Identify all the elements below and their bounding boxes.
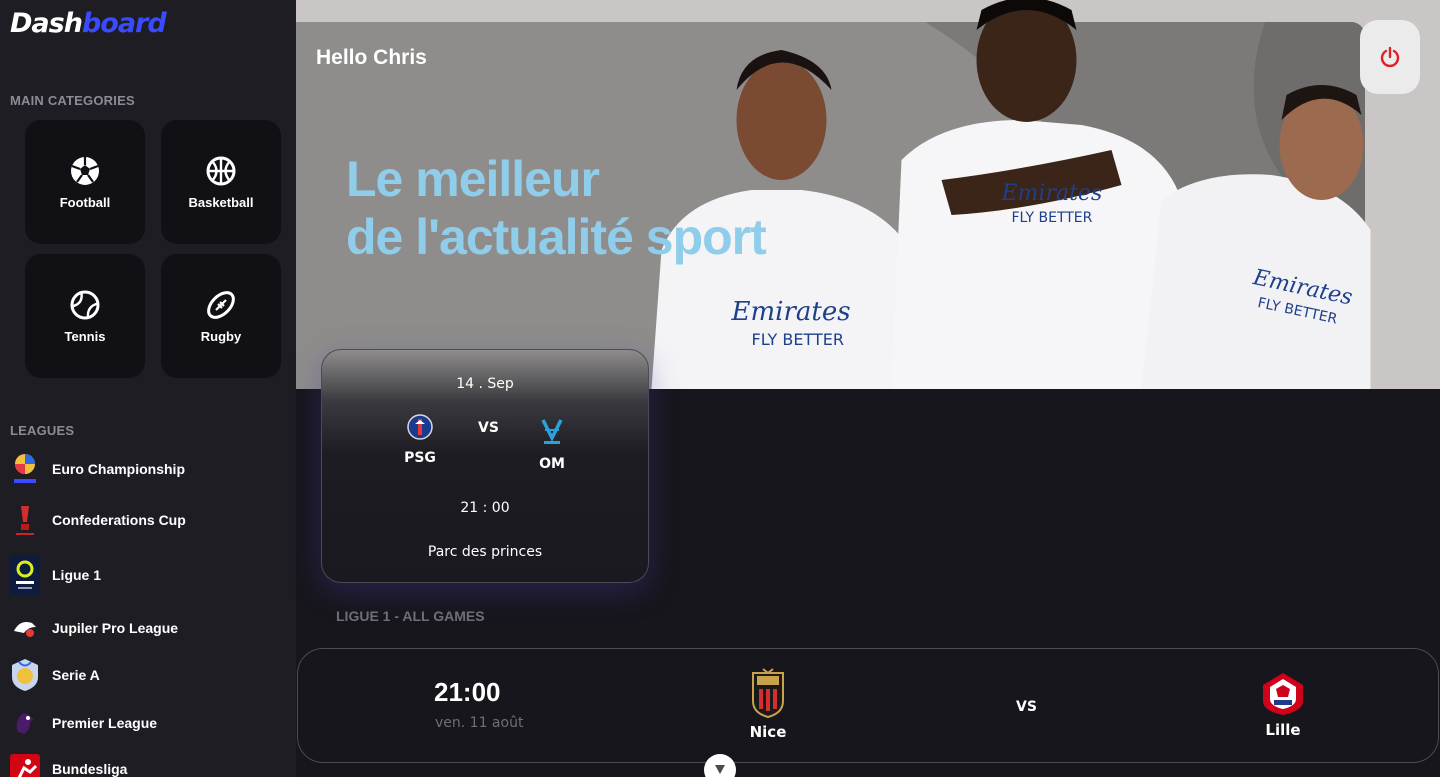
- league-item-confederations-cup[interactable]: Confederations Cup: [10, 500, 280, 540]
- league-item-serie-a[interactable]: Serie A: [10, 655, 280, 695]
- categories-title: MAIN CATEGORIES: [10, 93, 135, 108]
- basketball-icon: [206, 156, 236, 185]
- league-item-ligue-1[interactable]: Ligue 1: [10, 555, 280, 595]
- sidebar: Dashboard MAIN CATEGORIES Football Baske…: [0, 0, 296, 777]
- league-name: Bundesliga: [52, 761, 128, 777]
- confederations-cup-logo: [10, 501, 40, 539]
- away-team-name: OM: [539, 456, 565, 472]
- category-label: Tennis: [64, 328, 106, 344]
- app-logo[interactable]: Dashboard: [10, 8, 167, 39]
- power-icon: [1380, 46, 1400, 68]
- category-label: Rugby: [200, 328, 242, 344]
- home-team: PSG: [380, 414, 460, 466]
- rugby-icon: [207, 290, 235, 319]
- premier-league-logo: [10, 704, 40, 742]
- versus-label: VS: [478, 420, 499, 436]
- logo-part-board: board: [81, 8, 167, 39]
- league-name: Jupiler Pro League: [52, 620, 179, 636]
- league-name: Serie A: [52, 667, 100, 683]
- category-football[interactable]: Football: [25, 120, 145, 244]
- logo-part-dash: Dash: [10, 8, 83, 39]
- greeting: Hello Chris: [316, 46, 427, 69]
- league-item-jupiler-pro-league[interactable]: Jupiler Pro League: [10, 608, 280, 648]
- game-away-team: Lille: [1243, 671, 1323, 739]
- category-rugby[interactable]: Rugby: [161, 254, 281, 378]
- game-row[interactable]: 21:00 ven. 11 août Nice VS Lille: [297, 648, 1439, 763]
- euro-championship-logo: [10, 450, 40, 488]
- game-home-team-name: Nice: [749, 723, 787, 741]
- serie-a-logo: [10, 656, 40, 694]
- home-team-name: PSG: [404, 450, 436, 466]
- league-name: Confederations Cup: [52, 512, 186, 528]
- hero-headline-line-1: Le meilleur: [346, 151, 600, 207]
- league-name: Ligue 1: [52, 567, 102, 583]
- om-crest-icon: [541, 419, 563, 444]
- svg-text:Emirates: Emirates: [1001, 181, 1103, 206]
- lille-crest-icon: [1263, 673, 1303, 715]
- svg-text:FLY BETTER: FLY BETTER: [752, 330, 844, 349]
- featured-match-card[interactable]: 14 . Sep PSG VS OM 21 : 00 Parc des prin…: [321, 349, 649, 583]
- match-time: 21 : 00: [460, 500, 510, 516]
- hero-headline-line-2: de l'actualité sport: [346, 209, 767, 265]
- match-date: 14 . Sep: [456, 376, 514, 392]
- ligue-1-logo: [10, 555, 40, 595]
- psg-crest-icon: [407, 414, 433, 440]
- league-item-premier-league[interactable]: Premier League: [10, 703, 280, 743]
- football-icon: [71, 156, 99, 185]
- games-section-title: LIGUE 1 - ALL GAMES: [336, 608, 485, 624]
- game-date: ven. 11 août: [435, 715, 524, 731]
- hero-headline: Le meilleur de l'actualité sport: [346, 150, 767, 266]
- league-item-euro-championship[interactable]: Euro Championship: [10, 449, 280, 489]
- category-basketball[interactable]: Basketball: [161, 120, 281, 244]
- tennis-icon: [70, 290, 100, 319]
- bundesliga-logo: [10, 750, 40, 777]
- league-item-bundesliga[interactable]: Bundesliga: [10, 749, 280, 777]
- svg-text:Emirates: Emirates: [731, 297, 851, 327]
- svg-text:FLY BETTER: FLY BETTER: [1012, 210, 1093, 226]
- game-versus-label: VS: [1016, 699, 1037, 715]
- game-home-team: Nice: [728, 667, 808, 741]
- logout-button[interactable]: [1360, 20, 1420, 94]
- game-away-team-name: Lille: [1265, 721, 1301, 739]
- nice-crest-icon: [752, 668, 784, 719]
- leagues-title: LEAGUES: [10, 423, 75, 438]
- away-team: OM: [512, 416, 592, 472]
- category-label: Basketball: [188, 194, 254, 210]
- match-venue: Parc des princes: [427, 544, 543, 560]
- jupiler-pro-league-logo: [10, 609, 40, 647]
- league-name: Euro Championship: [52, 461, 185, 477]
- game-time: 21:00: [434, 677, 501, 707]
- league-name: Premier League: [52, 715, 158, 731]
- chevron-down-icon: [715, 765, 725, 774]
- category-tennis[interactable]: Tennis: [25, 254, 145, 378]
- category-label: Football: [59, 194, 111, 210]
